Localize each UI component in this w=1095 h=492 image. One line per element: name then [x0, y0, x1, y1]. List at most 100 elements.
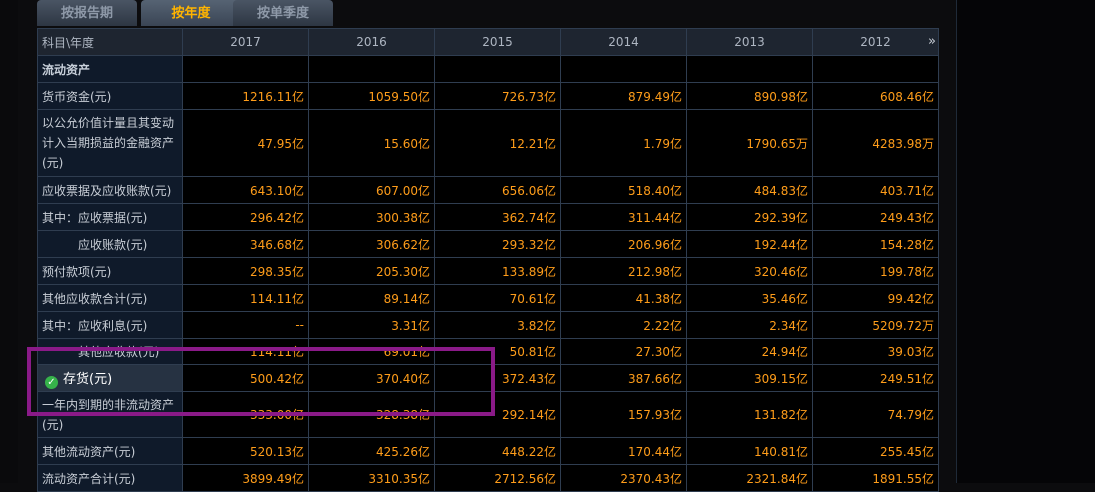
value-cell: 298.35亿	[182, 257, 309, 285]
value-cell: 249.43亿	[812, 203, 939, 231]
value-cell: 99.42亿	[812, 284, 939, 312]
value-cell: 2370.43亿	[560, 464, 687, 492]
value-cell: --	[182, 311, 309, 339]
value-cell: 484.83亿	[686, 176, 813, 204]
table-row[interactable]: 以公允价值计量且其变动计入当期损益的金融资产(元) 47.95亿 15.60亿 …	[37, 109, 939, 177]
value-cell: 293.32亿	[434, 230, 561, 258]
row-label: 其他流动资产(元)	[37, 437, 183, 465]
value-cell: 346.68亿	[182, 230, 309, 258]
value-cell: 300.38亿	[308, 203, 435, 231]
right-side-panel	[956, 0, 1095, 483]
value-cell: 39.03亿	[812, 338, 939, 365]
row-label: 其他应收款合计(元)	[37, 284, 183, 312]
row-label: 以公允价值计量且其变动计入当期损益的金融资产(元)	[37, 109, 183, 177]
value-cell: 133.89亿	[434, 257, 561, 285]
value-cell: 170.44亿	[560, 437, 687, 465]
value-cell: 362.74亿	[434, 203, 561, 231]
year-header[interactable]: 2017	[182, 28, 309, 56]
balance-sheet-table: 科目\年度 2017 2016 2015 2014 2013 2012 » 流动资…	[37, 28, 939, 492]
value-cell: 47.95亿	[182, 109, 309, 177]
table-row[interactable]: 其中：应收利息(元) -- 3.31亿 3.82亿 2.22亿 2.34亿 52…	[37, 311, 939, 339]
value-cell: 1216.11亿	[182, 82, 309, 110]
left-edge-strip	[0, 0, 18, 483]
year-header[interactable]: 2013	[686, 28, 813, 56]
value-cell: 2.22亿	[560, 311, 687, 339]
cell	[308, 55, 435, 83]
value-cell: 35.46亿	[686, 284, 813, 312]
value-cell: 154.28亿	[812, 230, 939, 258]
value-cell: 41.38亿	[560, 284, 687, 312]
value-cell: 212.98亿	[560, 257, 687, 285]
cell	[812, 55, 939, 83]
value-cell: 70.61亿	[434, 284, 561, 312]
year-header[interactable]: 2014	[560, 28, 687, 56]
table-row[interactable]: 流动资产合计(元) 3899.49亿 3310.35亿 2712.56亿 237…	[37, 464, 939, 492]
value-cell: 192.44亿	[686, 230, 813, 258]
value-cell: 4283.98万	[812, 109, 939, 177]
value-cell: 311.44亿	[560, 203, 687, 231]
value-cell: 5209.72万	[812, 311, 939, 339]
value-cell: 309.15亿	[686, 364, 813, 392]
value-cell: 27.30亿	[560, 338, 687, 365]
value-cell: 3.82亿	[434, 311, 561, 339]
value-cell: 320.46亿	[686, 257, 813, 285]
value-cell: 879.49亿	[560, 82, 687, 110]
tab-by-report-period[interactable]: 按报告期	[37, 0, 137, 26]
value-cell: 1059.50亿	[308, 82, 435, 110]
value-cell: 199.78亿	[812, 257, 939, 285]
value-cell: 157.93亿	[560, 391, 687, 438]
value-cell: 726.73亿	[434, 82, 561, 110]
value-cell: 3310.35亿	[308, 464, 435, 492]
value-cell: 12.21亿	[434, 109, 561, 177]
value-cell: 607.00亿	[308, 176, 435, 204]
value-cell: 1891.55亿	[812, 464, 939, 492]
value-cell: 74.79亿	[812, 391, 939, 438]
table-row[interactable]: 其中：应收票据(元) 296.42亿 300.38亿 362.74亿 311.4…	[37, 203, 939, 231]
cell	[686, 55, 813, 83]
row-label: 其中：应收票据(元)	[37, 203, 183, 231]
double-chevron-right-icon[interactable]: »	[928, 34, 936, 49]
table-row[interactable]: 预付款项(元) 298.35亿 205.30亿 133.89亿 212.98亿 …	[37, 257, 939, 285]
value-cell: 89.14亿	[308, 284, 435, 312]
value-cell: 2321.84亿	[686, 464, 813, 492]
value-cell: 1.79亿	[560, 109, 687, 177]
row-label: 预付款项(元)	[37, 257, 183, 285]
table-row: 流动资产	[37, 55, 939, 83]
table-row[interactable]: 货币资金(元) 1216.11亿 1059.50亿 726.73亿 879.49…	[37, 82, 939, 110]
value-cell: 131.82亿	[686, 391, 813, 438]
header-label: 科目\年度	[37, 28, 183, 56]
value-cell: 518.40亿	[560, 176, 687, 204]
header-row: 科目\年度 2017 2016 2015 2014 2013 2012 »	[37, 28, 939, 56]
value-cell: 306.62亿	[308, 230, 435, 258]
table-row[interactable]: 其他应收款合计(元) 114.11亿 89.14亿 70.61亿 41.38亿 …	[37, 284, 939, 312]
cell	[560, 55, 687, 83]
table-row[interactable]: 应收账款(元) 346.68亿 306.62亿 293.32亿 206.96亿 …	[37, 230, 939, 258]
value-cell: 1790.65万	[686, 109, 813, 177]
value-cell: 608.46亿	[812, 82, 939, 110]
value-cell: 3.31亿	[308, 311, 435, 339]
row-label: 应收票据及应收账款(元)	[37, 176, 183, 204]
row-label: 流动资产	[37, 55, 183, 83]
value-cell: 114.11亿	[182, 284, 309, 312]
value-cell: 2712.56亿	[434, 464, 561, 492]
year-header[interactable]: 2016	[308, 28, 435, 56]
tab-by-quarter[interactable]: 按单季度	[233, 0, 333, 26]
year-header[interactable]: 2012 »	[812, 28, 939, 56]
value-cell: 643.10亿	[182, 176, 309, 204]
row-label: 应收账款(元)	[37, 230, 183, 258]
value-cell: 249.51亿	[812, 364, 939, 392]
value-cell: 425.26亿	[308, 437, 435, 465]
value-cell: 205.30亿	[308, 257, 435, 285]
value-cell: 296.42亿	[182, 203, 309, 231]
value-cell: 206.96亿	[560, 230, 687, 258]
value-cell: 387.66亿	[560, 364, 687, 392]
year-header[interactable]: 2015	[434, 28, 561, 56]
table-row[interactable]: 其他流动资产(元) 520.13亿 425.26亿 448.22亿 170.44…	[37, 437, 939, 465]
table-row[interactable]: 应收票据及应收账款(元) 643.10亿 607.00亿 656.06亿 518…	[37, 176, 939, 204]
year-label: 2012	[860, 35, 891, 49]
highlight-box	[27, 347, 495, 416]
cell	[182, 55, 309, 83]
value-cell: 403.71亿	[812, 176, 939, 204]
value-cell: 3899.49亿	[182, 464, 309, 492]
tab-by-year[interactable]: 按年度	[141, 0, 241, 26]
